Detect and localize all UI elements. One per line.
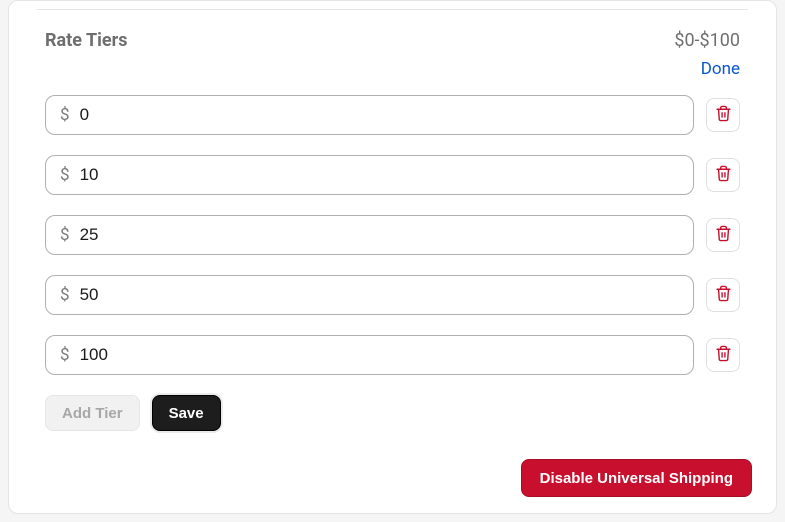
- tier-row: $: [45, 155, 740, 195]
- tier-input-wrap: $: [45, 155, 694, 195]
- tier-row: $: [45, 215, 740, 255]
- trash-icon: [715, 285, 732, 305]
- rate-tiers-card: Rate Tiers $0-$100 Done $ $ $ $ $ Add Tier S…: [8, 0, 777, 514]
- trash-icon: [715, 345, 732, 365]
- footer-row: Disable Universal Shipping: [521, 459, 752, 497]
- delete-tier-button[interactable]: [706, 158, 740, 192]
- currency-symbol: $: [60, 105, 70, 125]
- tier-value-input[interactable]: [80, 165, 679, 185]
- delete-tier-button[interactable]: [706, 338, 740, 372]
- save-button[interactable]: Save: [152, 395, 221, 431]
- tier-input-wrap: $: [45, 215, 694, 255]
- tier-value-input[interactable]: [80, 285, 679, 305]
- currency-symbol: $: [60, 225, 70, 245]
- section-title: Rate Tiers: [45, 30, 127, 51]
- actions-row: Add Tier Save: [9, 395, 776, 431]
- done-link[interactable]: Done: [701, 59, 740, 79]
- tier-input-wrap: $: [45, 95, 694, 135]
- tier-input-wrap: $: [45, 335, 694, 375]
- disable-universal-shipping-button[interactable]: Disable Universal Shipping: [521, 459, 752, 497]
- delete-tier-button[interactable]: [706, 278, 740, 312]
- tier-row: $: [45, 95, 740, 135]
- currency-symbol: $: [60, 165, 70, 185]
- tiers-list: $ $ $ $ $: [9, 87, 776, 375]
- currency-symbol: $: [60, 345, 70, 365]
- tier-input-wrap: $: [45, 275, 694, 315]
- tier-value-input[interactable]: [80, 105, 679, 125]
- tier-value-input[interactable]: [80, 225, 679, 245]
- currency-symbol: $: [60, 285, 70, 305]
- add-tier-button[interactable]: Add Tier: [45, 395, 140, 431]
- delete-tier-button[interactable]: [706, 98, 740, 132]
- tier-row: $: [45, 275, 740, 315]
- range-display: $0-$100: [674, 30, 740, 51]
- tier-value-input[interactable]: [80, 345, 679, 365]
- trash-icon: [715, 165, 732, 185]
- header-row: Rate Tiers $0-$100: [9, 10, 776, 51]
- trash-icon: [715, 105, 732, 125]
- trash-icon: [715, 225, 732, 245]
- tier-row: $: [45, 335, 740, 375]
- done-row: Done: [9, 51, 776, 87]
- delete-tier-button[interactable]: [706, 218, 740, 252]
